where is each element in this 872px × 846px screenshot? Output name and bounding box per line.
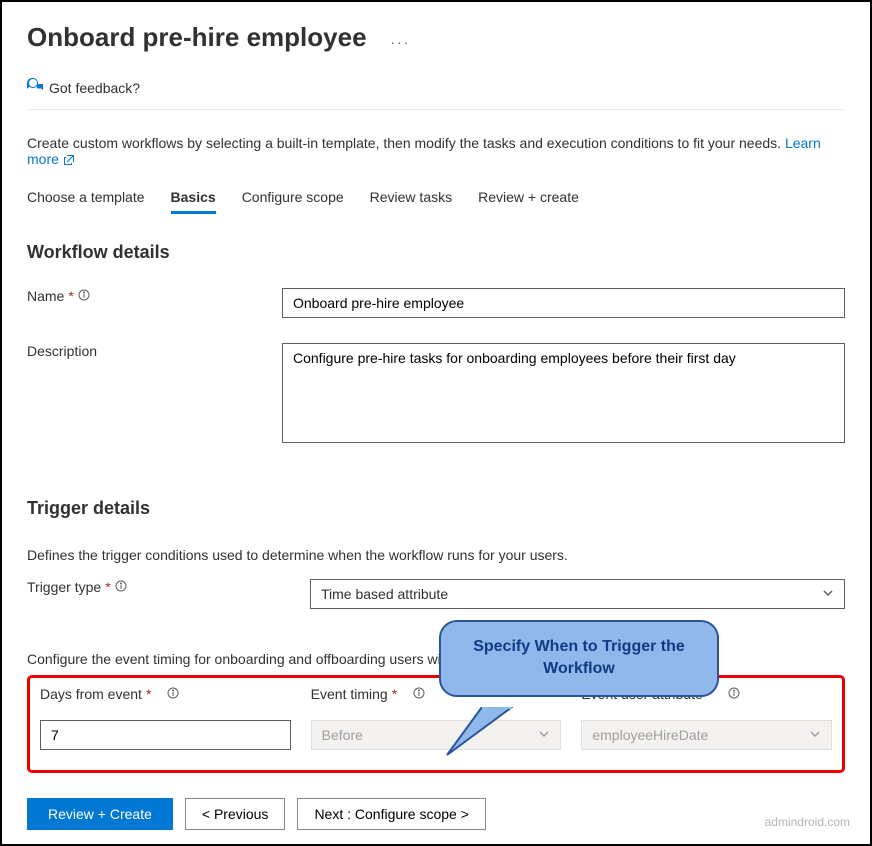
trigger-type-select[interactable]: Time based attribute <box>310 579 845 609</box>
days-from-event-label: Days from event * <box>40 686 291 702</box>
feedback-icon <box>27 78 43 97</box>
info-icon[interactable] <box>167 686 179 702</box>
external-link-icon <box>63 151 75 167</box>
tab-review-create[interactable]: Review + create <box>478 189 579 214</box>
workflow-details-header: Workflow details <box>27 242 845 263</box>
watermark: admindroid.com <box>765 815 850 829</box>
info-icon[interactable] <box>413 686 425 702</box>
feedback-bar[interactable]: Got feedback? <box>27 78 845 110</box>
footer-buttons: Review + Create < Previous Next : Config… <box>27 798 845 830</box>
previous-button[interactable]: < Previous <box>185 798 286 830</box>
tab-configure-scope[interactable]: Configure scope <box>242 189 344 214</box>
next-button[interactable]: Next : Configure scope > <box>297 798 485 830</box>
chevron-down-icon <box>538 727 550 743</box>
tabs-nav: Choose a template Basics Configure scope… <box>27 189 845 214</box>
trigger-description: Defines the trigger conditions used to d… <box>27 547 845 563</box>
tab-review-tasks[interactable]: Review tasks <box>370 189 452 214</box>
description-label: Description <box>27 343 282 359</box>
callout-annotation: Specify When to Trigger the Workflow <box>439 620 719 697</box>
info-icon[interactable] <box>728 686 740 702</box>
name-field[interactable] <box>282 288 845 318</box>
chevron-down-icon <box>822 586 834 602</box>
event-user-attribute-select: employeeHireDate <box>581 720 832 750</box>
days-from-event-field[interactable] <box>40 720 291 750</box>
event-timing-select: Before <box>311 720 562 750</box>
event-config-text: Configure the event timing for onboardin… <box>27 651 845 667</box>
more-options-button[interactable]: ··· <box>390 34 410 50</box>
description-field[interactable]: Configure pre-hire tasks for onboarding … <box>282 343 845 443</box>
event-timing-highlight: Days from event * Event timing * Before <box>27 675 845 773</box>
trigger-details-header: Trigger details <box>27 498 845 519</box>
chevron-down-icon <box>809 727 821 743</box>
page-title: Onboard pre-hire employee <box>27 22 367 53</box>
info-icon[interactable] <box>115 579 127 595</box>
info-icon[interactable] <box>78 288 90 304</box>
feedback-link-label: Got feedback? <box>49 80 140 96</box>
intro-text: Create custom workflows by selecting a b… <box>27 135 845 167</box>
tab-choose-template[interactable]: Choose a template <box>27 189 145 214</box>
page-title-row: Onboard pre-hire employee ··· <box>27 22 845 53</box>
tab-basics[interactable]: Basics <box>171 189 216 214</box>
review-create-button[interactable]: Review + Create <box>27 798 173 830</box>
name-label: Name * <box>27 288 282 304</box>
trigger-type-label: Trigger type * <box>27 579 310 595</box>
